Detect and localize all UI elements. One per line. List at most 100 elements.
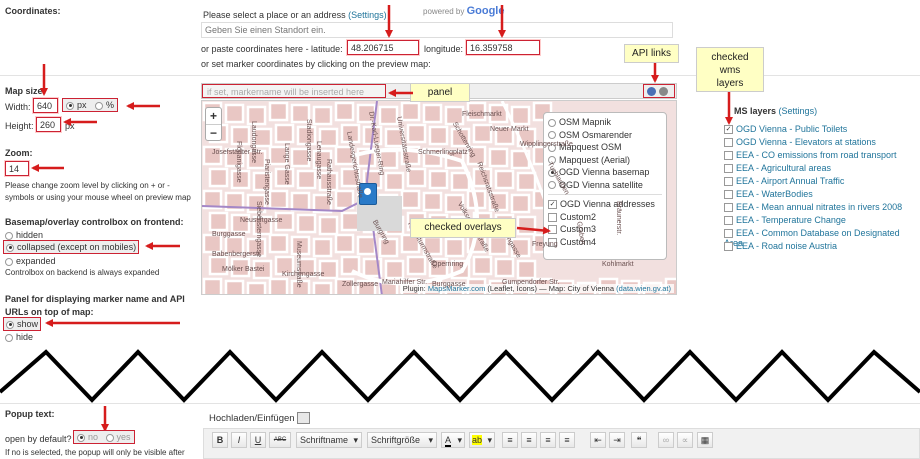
wms-layer-link[interactable]: EEA - Agricultural areas xyxy=(736,163,831,173)
wms-layer-checkbox[interactable] xyxy=(724,151,733,161)
overlay-checkbox[interactable] xyxy=(548,225,557,235)
map-block xyxy=(516,215,537,236)
wms-layer-link[interactable]: OGD Vienna - Public Toilets xyxy=(736,124,847,134)
align-right-icon[interactable]: ≡ xyxy=(540,432,556,448)
wms-layer-link[interactable]: EEA - Temperature Change xyxy=(736,215,846,225)
outdent-icon[interactable]: ⇤ xyxy=(590,432,606,448)
align-center-icon[interactable]: ≡ xyxy=(521,432,537,448)
wms-layer-checkbox[interactable] xyxy=(724,229,733,239)
bold-button[interactable]: B xyxy=(212,432,228,448)
wms-layer-item[interactable]: EEA - Temperature Change xyxy=(724,215,846,226)
map-block xyxy=(356,235,377,256)
align-left-icon[interactable]: ≡ xyxy=(502,432,518,448)
radio-expanded[interactable] xyxy=(5,257,13,266)
indent-icon[interactable]: ⇥ xyxy=(609,432,625,448)
latitude-input[interactable]: 48.206715 xyxy=(347,40,419,55)
font-color-button[interactable]: A ▾ xyxy=(441,432,465,448)
basemap-option[interactable]: OSM Mapnik xyxy=(548,116,662,129)
wms-layer-checkbox[interactable]: ✓ xyxy=(724,125,733,135)
wms-layer-link[interactable]: EEA - Mean annual nitrates in rivers 200… xyxy=(736,202,902,212)
strikethrough-button[interactable]: ABC xyxy=(269,432,291,448)
set-marker-hint: or set marker coordinates by clicking on… xyxy=(201,59,431,69)
basemap-option[interactable]: OGD Vienna basemap xyxy=(548,166,662,179)
coordinates-settings-link[interactable]: (Settings) xyxy=(348,10,387,20)
blockquote-button[interactable]: ❝ xyxy=(631,432,647,448)
zoom-out-button[interactable]: − xyxy=(206,124,221,141)
map-preview[interactable]: + − OSM Mapnik OSM Osmarender Mapquest OSM… xyxy=(201,100,677,295)
wms-layer-link[interactable]: EEA - Road noise Austria xyxy=(736,241,837,251)
upload-media-icon[interactable] xyxy=(297,412,310,424)
wms-layer-item[interactable]: EEA - Road noise Austria xyxy=(724,241,837,252)
underline-button[interactable]: U xyxy=(250,432,266,448)
radio-collapsed[interactable] xyxy=(6,243,14,252)
api-links-group xyxy=(643,84,675,98)
basemap-radio[interactable] xyxy=(548,131,556,140)
wms-layer-checkbox[interactable] xyxy=(724,177,733,187)
wms-layer-link[interactable]: EEA - CO emissions from road transport xyxy=(736,150,897,160)
width-input[interactable]: 640 xyxy=(33,98,58,113)
highlight-button[interactable]: ab ▾ xyxy=(469,432,495,448)
radio-show[interactable] xyxy=(6,320,14,329)
panel-option-hide[interactable]: hide xyxy=(5,332,33,342)
option-label: hide xyxy=(16,332,34,342)
overlay-option[interactable]: Custom2 xyxy=(548,211,662,224)
wms-layer-item[interactable]: EEA - Agricultural areas xyxy=(724,163,831,174)
wms-layer-link[interactable]: EEA - Airport Annual Traffic xyxy=(736,176,844,186)
wms-layer-link[interactable]: OGD Vienna - Elevators at stations xyxy=(736,137,876,147)
wms-layer-link[interactable]: EEA - WaterBodies xyxy=(736,189,813,199)
longitude-input[interactable]: 16.359758 xyxy=(466,40,540,55)
radio-no[interactable] xyxy=(77,433,85,442)
font-size-select[interactable]: Schriftgröße ▾ xyxy=(367,432,437,448)
map-size-label: Map size: xyxy=(5,86,46,96)
overlay-option[interactable]: Custom4 xyxy=(548,236,662,249)
zoom-hint-2: symbols or using your mouse wheel on pre… xyxy=(5,193,191,202)
overlay-checkbox[interactable] xyxy=(548,212,557,222)
wms-layer-checkbox[interactable] xyxy=(724,242,733,252)
controlbox-option-collapsed[interactable]: collapsed (except on mobiles) xyxy=(3,240,140,254)
overlay-checkbox[interactable]: ✓ xyxy=(548,200,557,210)
unit-px-radio[interactable] xyxy=(66,101,74,110)
kml-icon[interactable] xyxy=(647,87,656,96)
unlink-icon[interactable]: ∝ xyxy=(677,432,693,448)
wms-layer-item[interactable]: ✓ OGD Vienna - Public Toilets xyxy=(724,124,847,135)
align-justify-icon[interactable]: ≡ xyxy=(559,432,575,448)
basemap-radio[interactable] xyxy=(548,118,556,127)
link-icon[interactable]: ∞ xyxy=(658,432,674,448)
unit-percent-radio[interactable] xyxy=(95,101,104,110)
address-search-input[interactable] xyxy=(201,22,673,38)
wms-layer-checkbox[interactable] xyxy=(724,216,733,226)
wms-layer-item[interactable]: EEA - Mean annual nitrates in rivers 200… xyxy=(724,202,902,213)
wms-layer-item[interactable]: EEA - Airport Annual Traffic xyxy=(724,176,844,187)
wms-layer-item[interactable]: EEA - WaterBodies xyxy=(724,189,813,200)
controlbox-option-hidden[interactable]: hidden xyxy=(5,230,43,240)
georss-icon[interactable] xyxy=(659,87,668,96)
callout-checked-overlays: checked overlays xyxy=(410,218,516,238)
more-icon[interactable]: ▦ xyxy=(697,432,713,448)
overlay-option[interactable]: ✓ OGD Vienna addresses xyxy=(548,198,662,211)
radio-hide[interactable] xyxy=(5,333,13,342)
wms-layer-item[interactable]: OGD Vienna - Elevators at stations xyxy=(724,137,876,148)
overlay-option[interactable]: Custom3 xyxy=(548,223,662,236)
font-family-select[interactable]: Schriftname ▾ xyxy=(296,432,362,448)
wms-layer-checkbox[interactable] xyxy=(724,164,733,174)
data-wien-link[interactable]: (data.wien.gv.at) xyxy=(616,284,671,293)
radio-hidden[interactable] xyxy=(5,231,13,240)
basemap-radio[interactable] xyxy=(548,181,556,190)
panel-option-show[interactable]: show xyxy=(3,317,42,331)
radio-yes[interactable] xyxy=(105,433,114,442)
controlbox-option-expanded[interactable]: expanded xyxy=(5,256,56,266)
wms-layer-checkbox[interactable] xyxy=(724,203,733,213)
markername-panel-field[interactable]: if set, markername will be inserted here xyxy=(202,84,386,98)
zoom-input[interactable]: 14 xyxy=(5,161,29,176)
wms-layer-checkbox[interactable] xyxy=(724,190,733,200)
basemap-option[interactable]: OSM Osmarender xyxy=(548,129,662,142)
chevron-down-icon: ▾ xyxy=(428,435,433,445)
italic-button[interactable]: I xyxy=(231,432,247,448)
height-input[interactable]: 260 xyxy=(36,117,61,132)
wms-layer-checkbox[interactable] xyxy=(724,138,733,148)
wms-settings-link[interactable]: (Settings) xyxy=(779,106,818,116)
zoom-in-button[interactable]: + xyxy=(206,108,221,124)
wms-layer-item[interactable]: EEA - CO emissions from road transport xyxy=(724,150,897,161)
map-block xyxy=(318,215,339,236)
basemap-option[interactable]: Mapquest (Aerial) xyxy=(548,154,662,167)
